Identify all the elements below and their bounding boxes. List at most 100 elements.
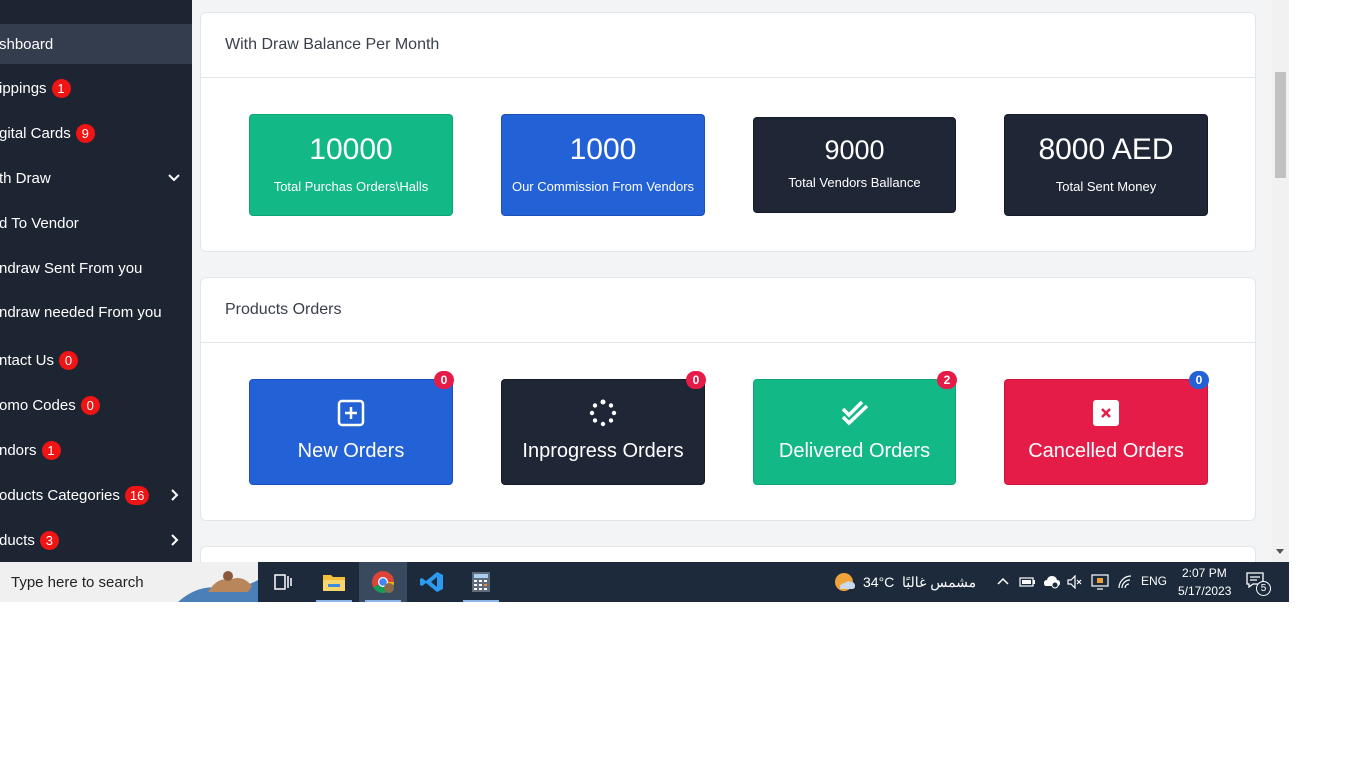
action-center-button[interactable]: 5 xyxy=(1246,572,1272,596)
sidebar-item-contact-us[interactable]: ntact Us 0 xyxy=(0,340,192,380)
chevron-right-icon xyxy=(171,489,179,501)
count-badge: 2 xyxy=(937,371,957,389)
total-sent-money-tile[interactable]: 8000 AED Total Sent Money xyxy=(1004,114,1208,216)
taskbar: Type here to search 34°C مشمس غالبًا ENG… xyxy=(0,562,1289,602)
sidebar: shboard ippings 1 gital Cards 9 th Draw … xyxy=(0,0,192,562)
tile-caption: Total Purchas Orders\Halls xyxy=(273,179,429,194)
language-indicator[interactable]: ENG xyxy=(1141,574,1167,588)
chevron-down-icon xyxy=(168,174,180,182)
count-badge: 0 xyxy=(80,395,100,415)
tile-caption: Total Vendors Ballance xyxy=(788,175,921,190)
sidebar-item-with-draw[interactable]: th Draw xyxy=(0,158,192,198)
commission-tile[interactable]: 1000 Our Commission From Vendors xyxy=(501,114,705,216)
x-square-icon xyxy=(1093,400,1119,426)
new-orders-tile[interactable]: New Orders 0 xyxy=(249,371,454,485)
count-badge: 0 xyxy=(686,371,706,389)
taskbar-file-explorer[interactable] xyxy=(310,562,358,602)
onedrive-cloud-icon[interactable] xyxy=(1043,574,1061,590)
vendors-balance-tile[interactable]: 9000 Total Vendors Ballance xyxy=(753,117,956,213)
battery-icon[interactable] xyxy=(1019,575,1036,588)
spinner-icon xyxy=(589,399,617,427)
file-explorer-icon xyxy=(323,575,345,591)
clock-date[interactable]: 5/17/2023 xyxy=(1178,584,1231,598)
sidebar-item-label: gital Cards xyxy=(0,124,71,142)
sidebar-item-vendors[interactable]: ndors 1 xyxy=(0,430,192,470)
sidebar-item-label: ntact Us xyxy=(0,351,55,369)
calculator-icon xyxy=(472,572,490,592)
screen: shboard ippings 1 gital Cards 9 th Draw … xyxy=(0,0,1289,602)
tile-caption: Our Commission From Vendors xyxy=(511,179,695,194)
products-orders-card: Products Orders New Orders 0 Inprogress … xyxy=(200,277,1256,521)
inprogress-orders-tile[interactable]: Inprogress Orders 0 xyxy=(501,371,706,485)
scroll-thumb[interactable] xyxy=(1275,72,1286,178)
tile-value: 1000 xyxy=(569,133,637,166)
sidebar-item-label: d To Vendor xyxy=(0,214,79,232)
tile-label: Inprogress Orders xyxy=(522,440,684,462)
next-card xyxy=(200,546,1256,562)
chevron-right-icon xyxy=(171,534,179,546)
sidebar-item-label: omo Codes xyxy=(0,396,76,414)
weather-description[interactable]: مشمس غالبًا xyxy=(902,574,976,591)
sidebar-item-withdraw-needed[interactable]: ndraw needed From you xyxy=(0,292,192,332)
sidebar-item-products-categories[interactable]: oducts Categories 16 xyxy=(0,475,192,515)
sidebar-item-shippings[interactable]: ippings 1 xyxy=(0,68,192,108)
tile-value: 10000 xyxy=(309,133,393,166)
task-view-icon xyxy=(274,574,292,590)
wifi-icon[interactable] xyxy=(1117,575,1133,589)
card-title: With Draw Balance Per Month xyxy=(201,13,1255,78)
weather-sun-cloud-icon[interactable] xyxy=(832,571,856,593)
count-badge: 1 xyxy=(51,78,71,98)
vertical-scrollbar[interactable] xyxy=(1272,0,1289,562)
sidebar-item-digital-cards[interactable]: gital Cards 9 xyxy=(0,113,192,153)
sidebar-item-label: ippings xyxy=(0,79,47,97)
sidebar-item-label: ducts xyxy=(0,531,35,549)
sidebar-item-label: th Draw xyxy=(0,169,51,187)
sidebar-item-label: ndraw needed From you xyxy=(0,303,162,321)
volume-muted-icon[interactable] xyxy=(1067,575,1083,589)
tile-caption: Total Sent Money xyxy=(1055,179,1157,194)
count-badge: 3 xyxy=(39,530,59,550)
count-badge: 1 xyxy=(41,440,61,460)
sidebar-item-withdraw-sent[interactable]: ndraw Sent From you xyxy=(0,248,192,288)
chevron-up-icon[interactable] xyxy=(997,576,1009,586)
notification-count-badge: 5 xyxy=(1256,581,1271,596)
taskbar-task-view[interactable] xyxy=(259,562,307,602)
taskbar-chrome[interactable] xyxy=(359,562,407,602)
sidebar-item-label: oducts Categories xyxy=(0,486,120,504)
double-check-icon xyxy=(841,400,868,426)
withdraw-card: With Draw Balance Per Month 10000 Total … xyxy=(200,12,1256,252)
sidebar-item-label: shboard xyxy=(0,35,54,53)
sidebar-item-label: ndraw Sent From you xyxy=(0,259,143,277)
main-content: With Draw Balance Per Month 10000 Total … xyxy=(192,0,1272,562)
total-purchase-orders-tile[interactable]: 10000 Total Purchas Orders\Halls xyxy=(249,114,453,216)
card-title: Products Orders xyxy=(201,278,1255,343)
taskbar-calculator[interactable] xyxy=(457,562,505,602)
plus-square-icon xyxy=(337,399,365,427)
search-highlight-illustration-icon xyxy=(178,571,258,602)
taskbar-search-box[interactable]: Type here to search xyxy=(0,562,258,602)
count-badge: 0 xyxy=(59,350,79,370)
sidebar-item-send-to-vendor[interactable]: d To Vendor xyxy=(0,203,192,243)
scroll-down-arrow-icon[interactable] xyxy=(1276,549,1284,554)
sidebar-item-promo-codes[interactable]: omo Codes 0 xyxy=(0,385,192,425)
count-badge: 0 xyxy=(1189,371,1209,389)
cancelled-orders-tile[interactable]: Cancelled Orders 0 xyxy=(1004,371,1209,485)
weather-temperature[interactable]: 34°C xyxy=(863,574,894,590)
clock-time[interactable]: 2:07 PM xyxy=(1182,566,1227,580)
chrome-icon xyxy=(372,571,394,593)
vscode-icon xyxy=(420,572,443,592)
delivered-orders-tile[interactable]: Delivered Orders 2 xyxy=(753,371,957,485)
tile-value: 8000 AED xyxy=(1038,133,1174,166)
count-badge: 0 xyxy=(434,371,454,389)
search-placeholder: Type here to search xyxy=(11,574,144,591)
taskbar-vscode[interactable] xyxy=(408,562,456,602)
tile-label: Cancelled Orders xyxy=(1028,440,1184,462)
display-icon[interactable] xyxy=(1091,574,1109,590)
tile-value: 9000 xyxy=(824,135,885,165)
sidebar-item-label: ndors xyxy=(0,441,37,459)
tile-label: New Orders xyxy=(297,440,405,462)
sidebar-item-products[interactable]: ducts 3 xyxy=(0,520,192,560)
tile-label: Delivered Orders xyxy=(778,440,931,462)
sidebar-item-dashboard[interactable]: shboard xyxy=(0,24,192,64)
count-badge: 16 xyxy=(124,485,150,505)
